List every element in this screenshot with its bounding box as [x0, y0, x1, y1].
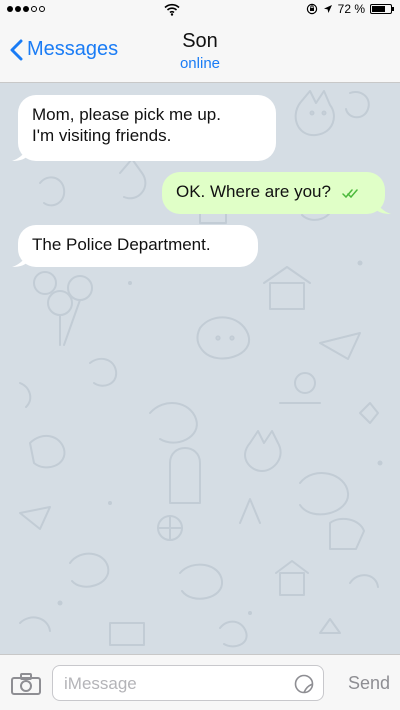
message-bubble-incoming[interactable]: The Police Department.: [12, 225, 258, 267]
bubble-tail: [12, 253, 28, 267]
status-right: 72 %: [306, 2, 394, 16]
message-input-field[interactable]: [52, 665, 324, 701]
message-text: The Police Department.: [32, 235, 211, 254]
read-receipt-check-icon: [341, 188, 358, 198]
location-arrow-icon: [323, 5, 332, 13]
message-bubble-outgoing[interactable]: OK. Where are you?: [162, 172, 391, 214]
bubble-tail: [375, 200, 391, 214]
message-input[interactable]: [62, 672, 286, 696]
message-bubble-incoming[interactable]: Mom, please pick me up. I'm visiting fri…: [12, 95, 276, 161]
status-bar: 72 %: [0, 0, 400, 20]
contact-name: Son: [182, 30, 218, 52]
message-text-line: Mom, please pick me up.: [32, 105, 221, 124]
battery-icon: [370, 4, 394, 14]
navigation-bar: 72 % Messages Son online: [0, 0, 400, 83]
signal-strength-icon: [7, 6, 45, 12]
message-text: OK. Where are you?: [176, 182, 331, 201]
camera-icon[interactable]: [11, 673, 41, 695]
contact-status: online: [179, 55, 221, 72]
chat-screen: 72 % Messages Son online Mom, please pic…: [0, 0, 400, 710]
bubble-tail: [12, 147, 28, 161]
contact-header[interactable]: Son online: [0, 30, 400, 72]
chat-wallpaper-doodles: [19, 90, 383, 648]
orientation-lock-icon: [306, 3, 317, 15]
battery-percentage: 72 %: [337, 2, 365, 16]
send-button[interactable]: Send: [348, 673, 390, 694]
sticker-icon[interactable]: [294, 674, 314, 694]
message-text-line: I'm visiting friends.: [32, 126, 172, 145]
message-composer: Send: [0, 654, 400, 710]
wifi-icon: [164, 3, 180, 16]
